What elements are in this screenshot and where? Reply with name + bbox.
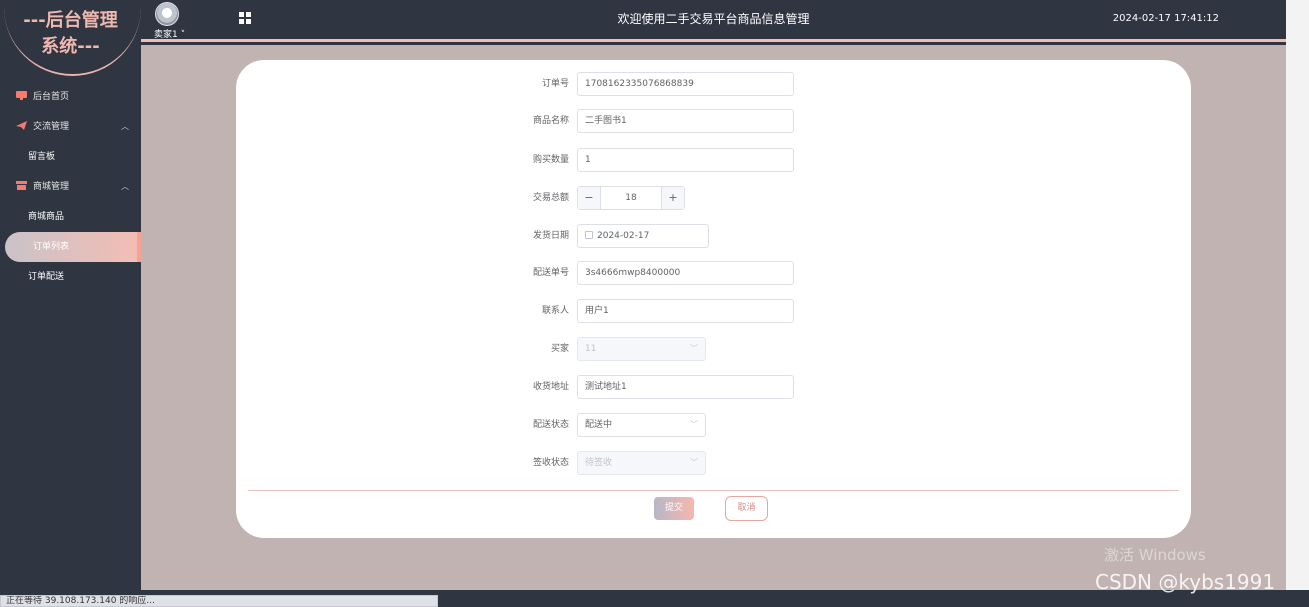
form-card: 订单号 1708162335076868839 商品名称 二手图书1 购买数量 … (236, 60, 1191, 538)
buyer-value: 11 (585, 344, 597, 354)
sidebar-item-communication[interactable]: 交流管理 ︿ (0, 112, 141, 142)
field-label: 联系人 (541, 306, 569, 316)
browser-status-bar: 正在等待 39.108.173.140 的响应... (0, 595, 438, 607)
cancel-button[interactable]: 取消 (725, 496, 768, 521)
submit-button[interactable]: 提交 (654, 497, 694, 520)
form-row-total: 交易总额 − 18 + (236, 186, 1191, 210)
sidebar-item-products[interactable]: 商城商品 (0, 202, 141, 232)
activate-windows-watermark: 激活 Windows (1104, 546, 1206, 564)
logo: ---后台管理 系统--- (0, 8, 141, 60)
increment-button[interactable]: + (661, 187, 684, 209)
sign-status-select[interactable]: 待签收 ﹀ (577, 451, 706, 475)
form-row-quantity: 购买数量 1 (236, 148, 1191, 172)
field-label: 商品名称 (532, 116, 569, 126)
paper-plane-icon (16, 121, 27, 130)
form-row-ship-date: 发货日期 2024-02-17 (236, 224, 1191, 248)
sidebar-item-label: 商城管理 (33, 182, 70, 192)
sidebar-item-home[interactable]: 后台首页 (0, 82, 141, 112)
scrollbar-track[interactable] (1286, 0, 1309, 590)
logo-line1: ---后台管理 (23, 10, 118, 31)
tracking-no-input[interactable]: 3s4666mwp8400000 (577, 261, 794, 285)
ship-date-picker[interactable]: 2024-02-17 (577, 224, 709, 248)
form-row-contact: 联系人 用户1 (236, 299, 1191, 323)
field-label: 发货日期 (532, 231, 569, 241)
logo-line2: 系统--- (41, 36, 100, 57)
form-divider (248, 490, 1179, 491)
form-row-address: 收货地址 测试地址1 (236, 375, 1191, 399)
sidebar-item-order-delivery[interactable]: 订单配送 (0, 262, 141, 292)
sidebar-item-shop[interactable]: 商城管理 ︿ (0, 172, 141, 202)
order-no-input[interactable]: 1708162335076868839 (577, 72, 794, 96)
buyer-select[interactable]: 11 ﹀ (577, 337, 706, 361)
csdn-watermark: CSDN @kybs1991 (1095, 570, 1276, 594)
sidebar-item-message-board[interactable]: 留言板 (0, 142, 141, 172)
field-label: 买家 (550, 344, 569, 354)
form-row-order-no: 订单号 1708162335076868839 (236, 72, 1191, 96)
top-header: 卖家1 ˅ 欢迎使用二手交易平台商品信息管理 2024-02-17 17:41:… (141, 0, 1286, 42)
sidebar-item-order-list[interactable]: 订单列表 (5, 232, 141, 262)
chevron-down-icon: ﹀ (690, 458, 698, 467)
delivery-status-value: 配送中 (585, 420, 613, 430)
contact-input[interactable]: 用户1 (577, 299, 794, 323)
address-input[interactable]: 测试地址1 (577, 375, 794, 399)
chevron-up-icon: ︿ (121, 182, 129, 191)
sidebar: ---后台管理 系统--- 后台首页 交流管理 ︿ 留言板 商城管理 ︿ 商城商… (0, 0, 141, 590)
chevron-up-icon: ︿ (121, 122, 129, 131)
calendar-icon (585, 231, 593, 239)
form-row-product-name: 商品名称 二手图书1 (236, 109, 1191, 133)
chevron-down-icon: ﹀ (690, 420, 698, 429)
clock: 2024-02-17 17:41:12 (1112, 13, 1219, 24)
field-label: 购买数量 (532, 155, 569, 165)
quantity-input[interactable]: 1 (577, 148, 794, 172)
form-row-sign-status: 签收状态 待签收 ﹀ (236, 451, 1191, 475)
sidebar-item-label: 后台首页 (33, 92, 70, 102)
form-row-delivery-status: 配送状态 配送中 ﹀ (236, 413, 1191, 437)
sidebar-item-label: 交流管理 (33, 122, 70, 132)
field-label: 签收状态 (532, 458, 569, 468)
user-name: 卖家1 (154, 30, 178, 40)
delivery-status-select[interactable]: 配送中 ﹀ (577, 413, 706, 437)
product-name-input[interactable]: 二手图书1 (577, 109, 794, 133)
user-menu[interactable]: 卖家1 ˅ (154, 27, 185, 40)
monitor-icon (16, 91, 27, 100)
field-label: 交易总额 (532, 193, 569, 203)
field-label: 配送单号 (532, 268, 569, 278)
field-label: 订单号 (541, 79, 569, 89)
decrement-button[interactable]: − (578, 187, 601, 209)
ship-date-value: 2024-02-17 (597, 231, 650, 241)
shop-icon (16, 181, 27, 190)
field-label: 配送状态 (532, 420, 569, 430)
total-stepper[interactable]: − 18 + (577, 186, 685, 210)
chevron-down-icon: ﹀ (690, 344, 698, 353)
form-row-buyer: 买家 11 ﹀ (236, 337, 1191, 361)
chevron-down-icon: ˅ (180, 30, 186, 40)
total-value[interactable]: 18 (601, 187, 661, 209)
sidebar-menu: 后台首页 交流管理 ︿ 留言板 商城管理 ︿ 商城商品 订单列表 订单配送 (0, 82, 141, 292)
main-content: 订单号 1708162335076868839 商品名称 二手图书1 购买数量 … (141, 45, 1286, 590)
form-row-tracking-no: 配送单号 3s4666mwp8400000 (236, 261, 1191, 285)
field-label: 收货地址 (532, 382, 569, 392)
sign-status-value: 待签收 (585, 458, 613, 468)
